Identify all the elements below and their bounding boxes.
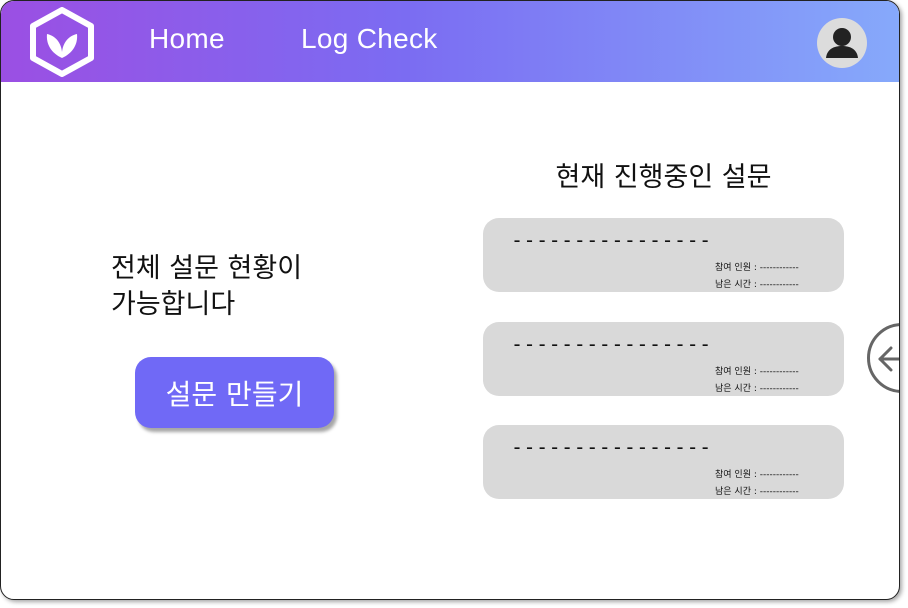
survey-participants: 참여 인원 : ------------ (715, 367, 799, 377)
create-survey-button[interactable]: 설문 만들기 (135, 357, 334, 428)
survey-participants: 참여 인원 : ------------ (715, 470, 799, 480)
intro-text: 전체 설문 현황이 가능합니다 (111, 251, 302, 323)
survey-title: ---------------- (511, 332, 712, 356)
active-surveys-title: 현재 진행중인 설문 (555, 162, 772, 193)
survey-time-left: 남은 시간 : ------------ (715, 384, 799, 394)
survey-card[interactable]: ---------------- 참여 인원 : ------------ 남은… (483, 218, 844, 292)
survey-card[interactable]: ---------------- 참여 인원 : ------------ 남은… (483, 425, 844, 499)
intro-line-1: 전체 설문 현황이 (111, 253, 303, 284)
top-nav-bar: Home Log Check (1, 1, 899, 82)
survey-participants: 참여 인원 : ------------ (715, 263, 799, 273)
survey-title: ---------------- (511, 228, 712, 252)
user-avatar-icon[interactable] (817, 18, 867, 68)
nav-home-link[interactable]: Home (149, 23, 225, 55)
survey-title: ---------------- (511, 435, 712, 459)
app-window: Home Log Check 전체 설문 현황이 가능합니다 설문 만들기 현재… (0, 0, 900, 600)
survey-card[interactable]: ---------------- 참여 인원 : ------------ 남은… (483, 322, 844, 396)
logo-icon[interactable] (29, 7, 95, 77)
arrow-left-icon (878, 346, 899, 372)
side-panel-toggle[interactable] (867, 323, 899, 393)
survey-time-left: 남은 시간 : ------------ (715, 487, 799, 497)
survey-time-left: 남은 시간 : ------------ (715, 280, 799, 290)
nav-log-check-link[interactable]: Log Check (301, 23, 438, 55)
intro-line-2: 가능합니다 (111, 289, 236, 320)
